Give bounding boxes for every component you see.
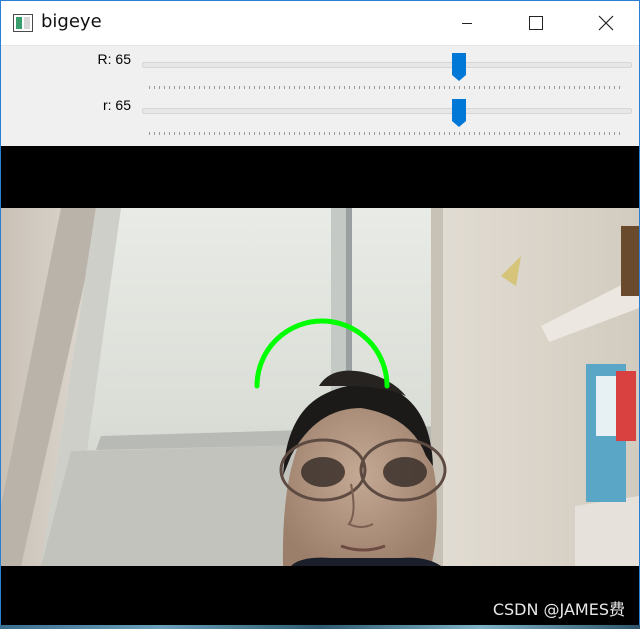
app-window: bigeye R: 65 r: 65 CSDN @JAMES费 — [0, 0, 640, 629]
maximize-icon — [529, 16, 543, 30]
close-icon — [598, 15, 614, 31]
watermark-text: CSDN @JAMES费 — [492, 600, 625, 619]
camera-frame: CSDN @JAMES费 — [1, 146, 639, 628]
maximize-button[interactable] — [513, 1, 559, 45]
trackbar-small-r-thumb[interactable] — [452, 99, 467, 127]
trackbar-r-thumb[interactable] — [452, 53, 467, 81]
trackbar-r-ticks — [149, 86, 623, 89]
trackbar-small-r-groove[interactable] — [142, 108, 632, 114]
title-bar[interactable]: bigeye — [1, 1, 639, 45]
minimize-button[interactable] — [444, 1, 490, 45]
app-icon — [13, 14, 33, 32]
trackbar-r-label: R: 65 — [97, 51, 131, 67]
camera-image — [1, 146, 639, 628]
trackbar-small-r-label: r: 65 — [102, 97, 131, 113]
taskbar-strip — [0, 625, 640, 629]
close-button[interactable] — [583, 1, 629, 45]
window-title: bigeye — [41, 11, 102, 32]
trackbar-small-r-ticks — [149, 132, 623, 135]
trackbar-r-groove[interactable] — [142, 62, 632, 68]
minimize-icon — [462, 23, 472, 24]
trackbar-panel: R: 65 r: 65 — [1, 45, 639, 147]
